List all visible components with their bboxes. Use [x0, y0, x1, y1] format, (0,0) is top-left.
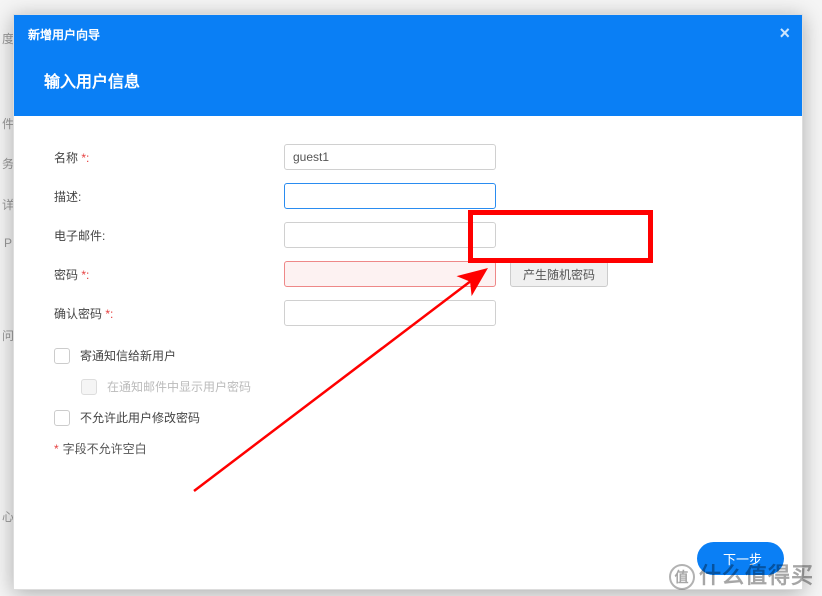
no-change-label: 不允许此用户修改密码 [80, 409, 200, 426]
password-label: 密码 *: [54, 266, 284, 283]
modal-titlebar: 新增用户向导 × [14, 15, 802, 54]
name-label: 名称 *: [54, 149, 284, 166]
required-footnote: *字段不允许空白 [54, 440, 762, 457]
confirm-input[interactable] [284, 300, 496, 326]
close-icon[interactable]: × [779, 23, 790, 44]
notify-label: 寄通知信给新用户 [80, 347, 176, 364]
confirm-label: 确认密码 *: [54, 305, 284, 322]
email-label: 电子邮件: [54, 227, 284, 244]
show-pw-label: 在通知邮件中显示用户密码 [107, 378, 251, 395]
no-change-checkbox[interactable] [54, 410, 70, 426]
bg-text: P [4, 236, 12, 250]
next-button[interactable]: 下一步 [697, 542, 784, 575]
modal-body: 名称 *: 描述: 电子邮件: 密码 *: 产生随机密码 确认密码 *: [14, 116, 802, 530]
desc-label: 描述: [54, 188, 284, 205]
email-input[interactable] [284, 222, 496, 248]
desc-input[interactable] [284, 183, 496, 209]
notify-checkbox[interactable] [54, 348, 70, 364]
generate-password-button[interactable]: 产生随机密码 [510, 261, 608, 287]
modal-footer: 下一步 [14, 530, 802, 589]
show-pw-checkbox [81, 379, 97, 395]
modal-title: 新增用户向导 [28, 28, 100, 42]
password-input[interactable] [284, 261, 496, 287]
name-input[interactable] [284, 144, 496, 170]
user-wizard-modal: 新增用户向导 × 输入用户信息 名称 *: 描述: 电子邮件: 密码 *: 产生… [13, 14, 803, 590]
modal-subtitle: 输入用户信息 [14, 54, 802, 116]
